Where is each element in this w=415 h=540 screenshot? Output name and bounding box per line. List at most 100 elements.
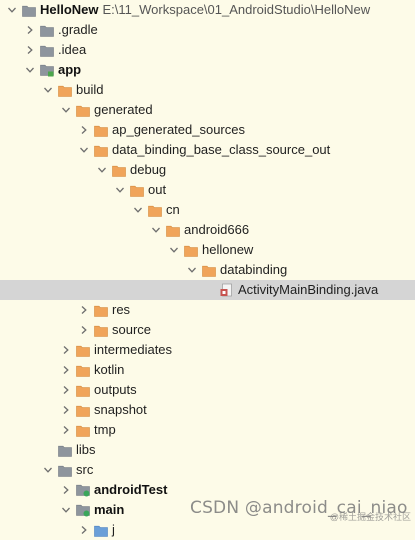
chevron-right-icon[interactable] — [24, 44, 36, 56]
tree-item-label: build — [76, 82, 104, 97]
tree-item-res[interactable]: res — [0, 300, 415, 320]
orange-folder-icon — [76, 403, 90, 417]
tree-item-outputs[interactable]: outputs — [0, 380, 415, 400]
tree-item-label: ap_generated_sources — [112, 122, 245, 137]
chevron-down-icon[interactable] — [42, 464, 54, 476]
tree-item-label: res — [112, 302, 131, 317]
tree-item-android666[interactable]: android666 — [0, 220, 415, 240]
chevron-down-icon[interactable] — [186, 264, 198, 276]
chevron-right-icon[interactable] — [60, 364, 72, 376]
tree-item-databinding[interactable]: databinding — [0, 260, 415, 280]
tree-item-label: generated — [94, 102, 153, 117]
tree-item-label: hellonew — [202, 242, 254, 257]
tree-item-kotlin[interactable]: kotlin — [0, 360, 415, 380]
orange-folder-icon — [112, 163, 126, 177]
tree-item-label: source — [112, 322, 152, 337]
tree-item-label: out — [148, 182, 167, 197]
chevron-right-icon[interactable] — [78, 324, 90, 336]
tree-item-label: androidTest — [94, 482, 168, 497]
blue-folder-icon — [94, 523, 108, 537]
orange-folder-icon — [76, 103, 90, 117]
tree-item-label: libs — [76, 442, 96, 457]
tree-item-label: android666 — [184, 222, 250, 237]
orange-folder-icon — [202, 263, 216, 277]
tree-item-label: outputs — [94, 382, 137, 397]
tree-item-app[interactable]: app — [0, 60, 415, 80]
chevron-right-icon[interactable] — [60, 384, 72, 396]
tree-item-tmp[interactable]: tmp — [0, 420, 415, 440]
chevron-down-icon[interactable] — [60, 104, 72, 116]
chevron-down-icon[interactable] — [168, 244, 180, 256]
project-tree[interactable]: HelloNew E:\11_Workspace\01_AndroidStudio… — [0, 0, 415, 540]
tree-item-hellonew[interactable]: HelloNew E:\11_Workspace\01_AndroidStudio… — [0, 0, 415, 20]
chevron-down-icon[interactable] — [132, 204, 144, 216]
tree-item-generated[interactable]: generated — [0, 100, 415, 120]
chevron-right-icon[interactable] — [24, 24, 36, 36]
tree-item-label: databinding — [220, 262, 288, 277]
tree-item-label: .gradle — [58, 22, 98, 37]
project-folder-icon — [22, 3, 36, 17]
orange-folder-icon — [94, 323, 108, 337]
gray-folder-icon — [40, 23, 54, 37]
orange-folder-icon — [130, 183, 144, 197]
tree-item-label: tmp — [94, 422, 116, 437]
chevron-down-icon[interactable] — [60, 504, 72, 516]
tree-item-hellonew[interactable]: hellonew — [0, 240, 415, 260]
orange-folder-icon — [58, 83, 72, 97]
chevron-down-icon[interactable] — [150, 224, 162, 236]
java-file-icon — [220, 283, 234, 297]
tree-item-label: intermediates — [94, 342, 173, 357]
source-folder-icon — [76, 483, 90, 497]
chevron-down-icon[interactable] — [6, 4, 18, 16]
orange-folder-icon — [166, 223, 180, 237]
orange-folder-icon — [76, 383, 90, 397]
orange-folder-icon — [76, 363, 90, 377]
tree-item-label: j — [112, 522, 115, 537]
tree-item-j[interactable]: j — [0, 520, 415, 540]
tree-item-intermediates[interactable]: intermediates — [0, 340, 415, 360]
tree-item-label: kotlin — [94, 362, 125, 377]
chevron-down-icon[interactable] — [24, 64, 36, 76]
tree-item--idea[interactable]: .idea — [0, 40, 415, 60]
chevron-down-icon[interactable] — [78, 144, 90, 156]
chevron-right-icon[interactable] — [78, 524, 90, 536]
tree-item-label: main — [94, 502, 125, 517]
chevron-down-icon[interactable] — [42, 84, 54, 96]
chevron-right-icon[interactable] — [60, 424, 72, 436]
chevron-right-icon[interactable] — [60, 344, 72, 356]
tree-item-label: snapshot — [94, 402, 147, 417]
tree-item-label: data_binding_base_class_source_out — [112, 142, 331, 157]
tree-item-snapshot[interactable]: snapshot — [0, 400, 415, 420]
chevron-right-icon[interactable] — [78, 304, 90, 316]
tree-item-activitymainbinding-java[interactable]: ActivityMainBinding.java — [0, 280, 415, 300]
tree-item-label: .idea — [58, 42, 87, 57]
tree-item--gradle[interactable]: .gradle — [0, 20, 415, 40]
tree-item-label: HelloNew E:\11_Workspace\01_AndroidStudio… — [40, 2, 371, 17]
tree-item-label: debug — [130, 162, 167, 177]
orange-folder-icon — [94, 123, 108, 137]
tree-item-libs[interactable]: libs — [0, 440, 415, 460]
chevron-right-icon[interactable] — [60, 404, 72, 416]
chevron-right-icon[interactable] — [60, 484, 72, 496]
tree-item-debug[interactable]: debug — [0, 160, 415, 180]
tree-item-source[interactable]: source — [0, 320, 415, 340]
orange-folder-icon — [76, 423, 90, 437]
chevron-right-icon[interactable] — [78, 124, 90, 136]
tree-item-ap-generated-sources[interactable]: ap_generated_sources — [0, 120, 415, 140]
gray-folder-icon — [58, 463, 72, 477]
chevron-down-icon[interactable] — [96, 164, 108, 176]
tree-item-data-binding-base-class-source-out[interactable]: data_binding_base_class_source_out — [0, 140, 415, 160]
orange-folder-icon — [76, 343, 90, 357]
gray-folder-icon — [58, 443, 72, 457]
project-path: E:\11_Workspace\01_AndroidStudio\HelloNe… — [102, 2, 371, 17]
gray-folder-icon — [40, 43, 54, 57]
tree-item-cn[interactable]: cn — [0, 200, 415, 220]
tree-item-src[interactable]: src — [0, 460, 415, 480]
juejin-watermark: @稀土掘金技术社区 — [329, 512, 411, 522]
tree-item-build[interactable]: build — [0, 80, 415, 100]
orange-folder-icon — [94, 303, 108, 317]
chevron-down-icon[interactable] — [114, 184, 126, 196]
tree-item-out[interactable]: out — [0, 180, 415, 200]
tree-item-androidtest[interactable]: androidTest — [0, 480, 415, 500]
tree-item-label: src — [76, 462, 94, 477]
